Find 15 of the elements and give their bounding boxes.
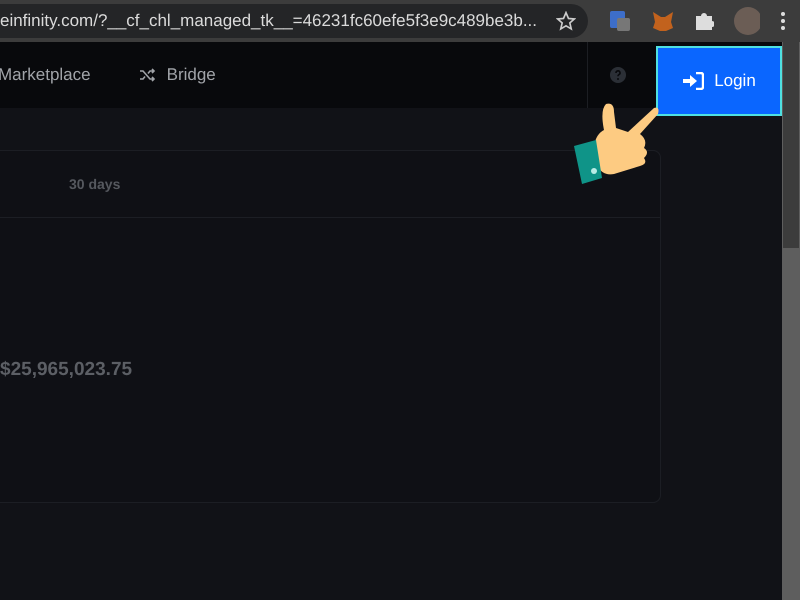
- help-icon[interactable]: [610, 67, 626, 83]
- address-bar[interactable]: einfinity.com/?__cf_chl_managed_tk__=46231fc60efe5f3e9c489be3b...: [0, 4, 588, 38]
- total-value: $25,965,023.75: [0, 359, 134, 381]
- avatar-icon[interactable]: [734, 7, 760, 35]
- shuffle-icon: [138, 68, 155, 82]
- period-label: 30 days: [69, 176, 120, 192]
- login-icon: [682, 72, 704, 90]
- scrollbar-thumb[interactable]: [783, 42, 799, 248]
- login-button[interactable]: Login: [656, 46, 782, 116]
- url-text: einfinity.com/?__cf_chl_managed_tk__=46231fc60efe5f3e9c489be3b...: [0, 11, 538, 31]
- star-icon[interactable]: [556, 11, 576, 31]
- fox-icon[interactable]: [650, 10, 674, 32]
- nav-link[interactable]: Bridge: [138, 65, 216, 85]
- puzzle-icon[interactable]: [693, 10, 714, 32]
- menu-icon[interactable]: [780, 11, 786, 31]
